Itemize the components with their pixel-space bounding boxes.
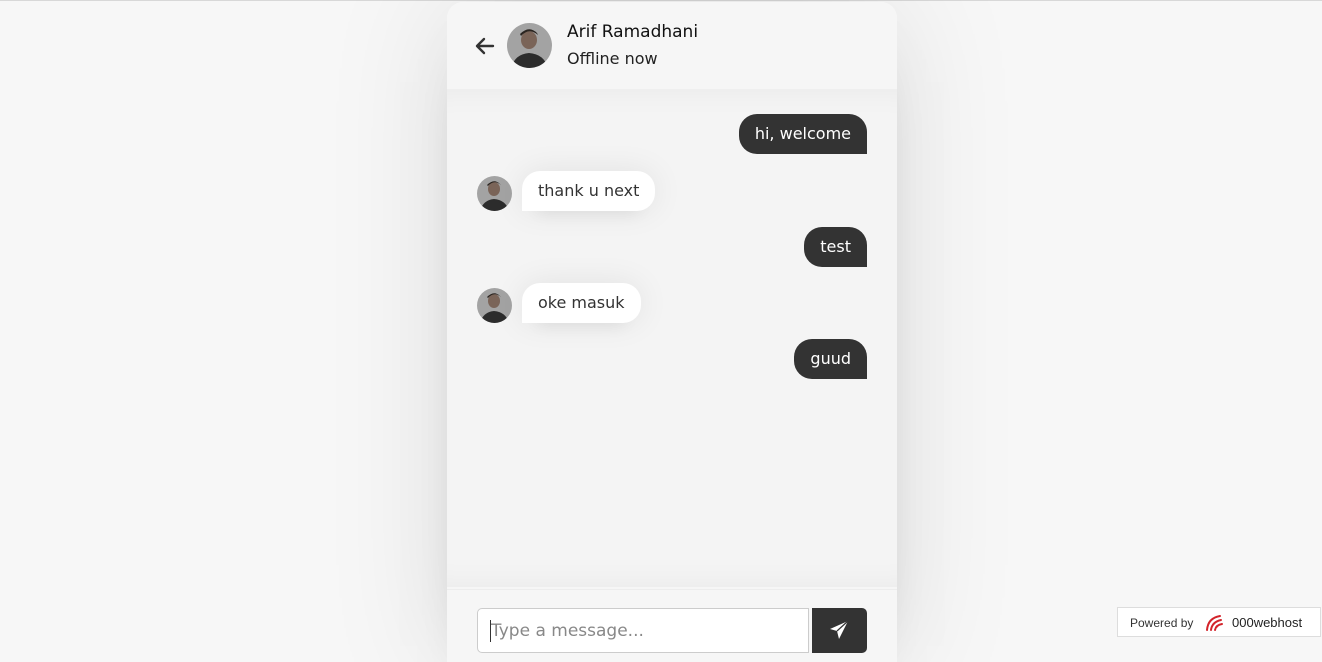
- contact-status: Offline now: [567, 49, 658, 68]
- message-composer: [447, 589, 897, 662]
- back-button[interactable]: [474, 35, 496, 57]
- contact-avatar: [507, 23, 552, 68]
- message-list: hi, welcome thank u next test oke masuk …: [447, 90, 897, 587]
- webhost-logo-icon: [1206, 615, 1223, 631]
- incoming-message: thank u next: [522, 171, 656, 211]
- chat-window: Arif Ramadhani Offline now hi, welcome t…: [447, 2, 897, 662]
- incoming-message: oke masuk: [522, 283, 641, 323]
- hosting-badge[interactable]: Powered by 000webhost: [1117, 607, 1321, 637]
- paper-plane-icon: [830, 620, 849, 639]
- page-top-border: [0, 0, 1322, 1]
- outgoing-message: hi, welcome: [738, 114, 867, 154]
- badge-label: Powered by: [1130, 616, 1194, 630]
- arrow-left-icon: [475, 37, 495, 55]
- text-cursor: [490, 620, 491, 642]
- badge-brand: 000webhost: [1232, 615, 1303, 630]
- chat-header: Arif Ramadhani Offline now: [447, 2, 897, 90]
- message-input[interactable]: [477, 608, 809, 653]
- outgoing-message: guud: [794, 339, 867, 379]
- message-avatar: [477, 176, 512, 211]
- message-avatar: [477, 288, 512, 323]
- outgoing-message: test: [804, 227, 867, 267]
- contact-name: Arif Ramadhani: [567, 22, 699, 42]
- send-button[interactable]: [812, 608, 867, 653]
